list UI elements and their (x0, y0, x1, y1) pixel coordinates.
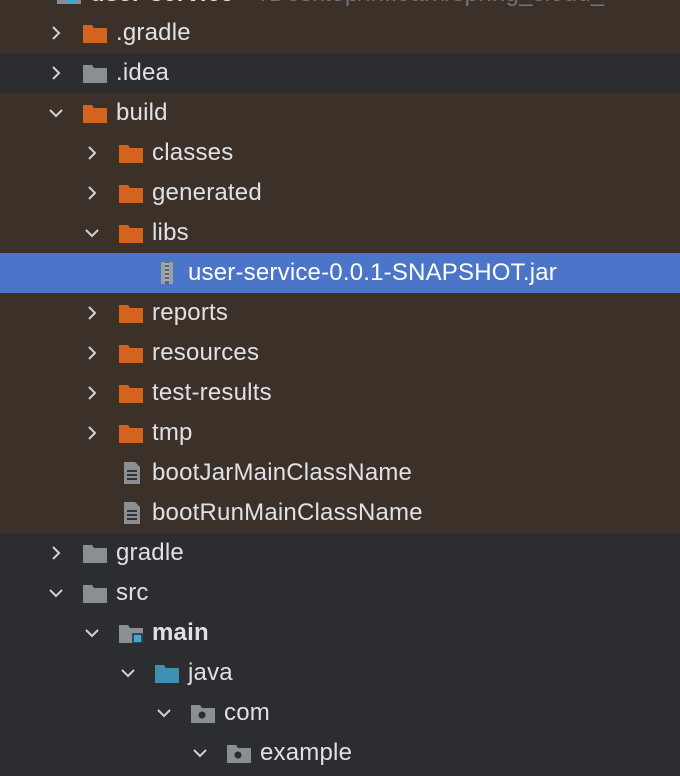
item-label: .gradle (116, 19, 191, 46)
excluded-folder-icon (116, 300, 146, 326)
chevron-down-icon[interactable] (18, 0, 42, 6)
excluded-folder-icon (116, 420, 146, 446)
chevron-down-icon[interactable] (44, 581, 68, 605)
tree-row-test-results[interactable]: test-results (0, 373, 680, 413)
tree-row-bootjar-file[interactable]: bootJarMainClassName (0, 453, 680, 493)
package-icon (224, 740, 254, 766)
tree-row-src[interactable]: src (0, 573, 680, 613)
chevron-right-icon[interactable] (80, 381, 104, 405)
item-label: libs (152, 219, 189, 246)
excluded-folder-icon (116, 180, 146, 206)
excluded-folder-icon (116, 340, 146, 366)
tree-row-libs[interactable]: libs (0, 213, 680, 253)
module-folder-icon (54, 0, 84, 7)
tree-row-main[interactable]: main (0, 613, 680, 653)
item-label: example (260, 739, 353, 766)
tree-row-generated[interactable]: generated (0, 173, 680, 213)
chevron-right-icon[interactable] (44, 541, 68, 565)
tree-row-build[interactable]: build (0, 93, 680, 133)
tree-row-com[interactable]: com (0, 693, 680, 733)
chevron-down-icon[interactable] (188, 741, 212, 765)
chevron-right-icon[interactable] (44, 21, 68, 45)
item-label: classes (152, 139, 234, 166)
excluded-folder-icon (116, 220, 146, 246)
tree-row-resources[interactable]: resources (0, 333, 680, 373)
item-label: main (152, 619, 209, 646)
item-label: src (116, 579, 149, 606)
chevron-down-icon[interactable] (116, 661, 140, 685)
item-label: java (188, 659, 233, 686)
tree-row-classes[interactable]: classes (0, 133, 680, 173)
archive-icon (152, 260, 182, 286)
folder-icon (80, 60, 110, 86)
chevron-down-icon[interactable] (80, 221, 104, 245)
item-label: resources (152, 339, 260, 366)
root-module-path: ~/Desktop/inflearn/spring_cloud_ (248, 0, 605, 8)
item-label: generated (152, 179, 262, 206)
folder-icon (80, 540, 110, 566)
excluded-folder-icon (116, 140, 146, 166)
item-label: tmp (152, 419, 193, 446)
item-label: com (224, 699, 270, 726)
tree-row-java[interactable]: java (0, 653, 680, 693)
item-label: bootRunMainClassName (152, 499, 423, 526)
tree-row-jar-selected[interactable]: user-service-0.0.1-SNAPSHOT.jar (0, 253, 680, 293)
text-file-icon (116, 460, 146, 486)
folder-icon (80, 580, 110, 606)
root-module-name: user-service (90, 0, 234, 8)
chevron-right-icon[interactable] (80, 341, 104, 365)
item-label: build (116, 99, 168, 126)
project-tree: user-service ~/Desktop/inflearn/spring_c… (0, 0, 680, 776)
tree-row-idea[interactable]: .idea (0, 53, 680, 93)
chevron-down-icon[interactable] (44, 101, 68, 125)
item-label: .idea (116, 59, 170, 86)
tree-row-tmp[interactable]: tmp (0, 413, 680, 453)
tree-row-reports[interactable]: reports (0, 293, 680, 333)
chevron-down-icon[interactable] (80, 621, 104, 645)
excluded-folder-icon (80, 100, 110, 126)
chevron-right-icon[interactable] (80, 301, 104, 325)
tree-row-bootrun-file[interactable]: bootRunMainClassName (0, 493, 680, 533)
chevron-right-icon[interactable] (80, 181, 104, 205)
item-label: gradle (116, 539, 184, 566)
tree-row-dot-gradle[interactable]: .gradle (0, 13, 680, 53)
item-label: reports (152, 299, 229, 326)
module-folder-icon (116, 620, 146, 646)
tree-row-example[interactable]: example (0, 733, 680, 773)
text-file-icon (116, 500, 146, 526)
chevron-right-icon[interactable] (80, 141, 104, 165)
source-folder-icon (152, 660, 182, 686)
item-label: bootJarMainClassName (152, 459, 413, 486)
excluded-folder-icon (116, 380, 146, 406)
chevron-right-icon[interactable] (80, 421, 104, 445)
item-label: user-service-0.0.1-SNAPSHOT.jar (188, 259, 557, 286)
chevron-right-icon[interactable] (44, 61, 68, 85)
tree-row-gradle[interactable]: gradle (0, 533, 680, 573)
package-icon (188, 700, 218, 726)
item-label: test-results (152, 379, 272, 406)
excluded-folder-icon (80, 20, 110, 46)
chevron-down-icon[interactable] (152, 701, 176, 725)
tree-row-root[interactable]: user-service ~/Desktop/inflearn/spring_c… (0, 0, 680, 14)
